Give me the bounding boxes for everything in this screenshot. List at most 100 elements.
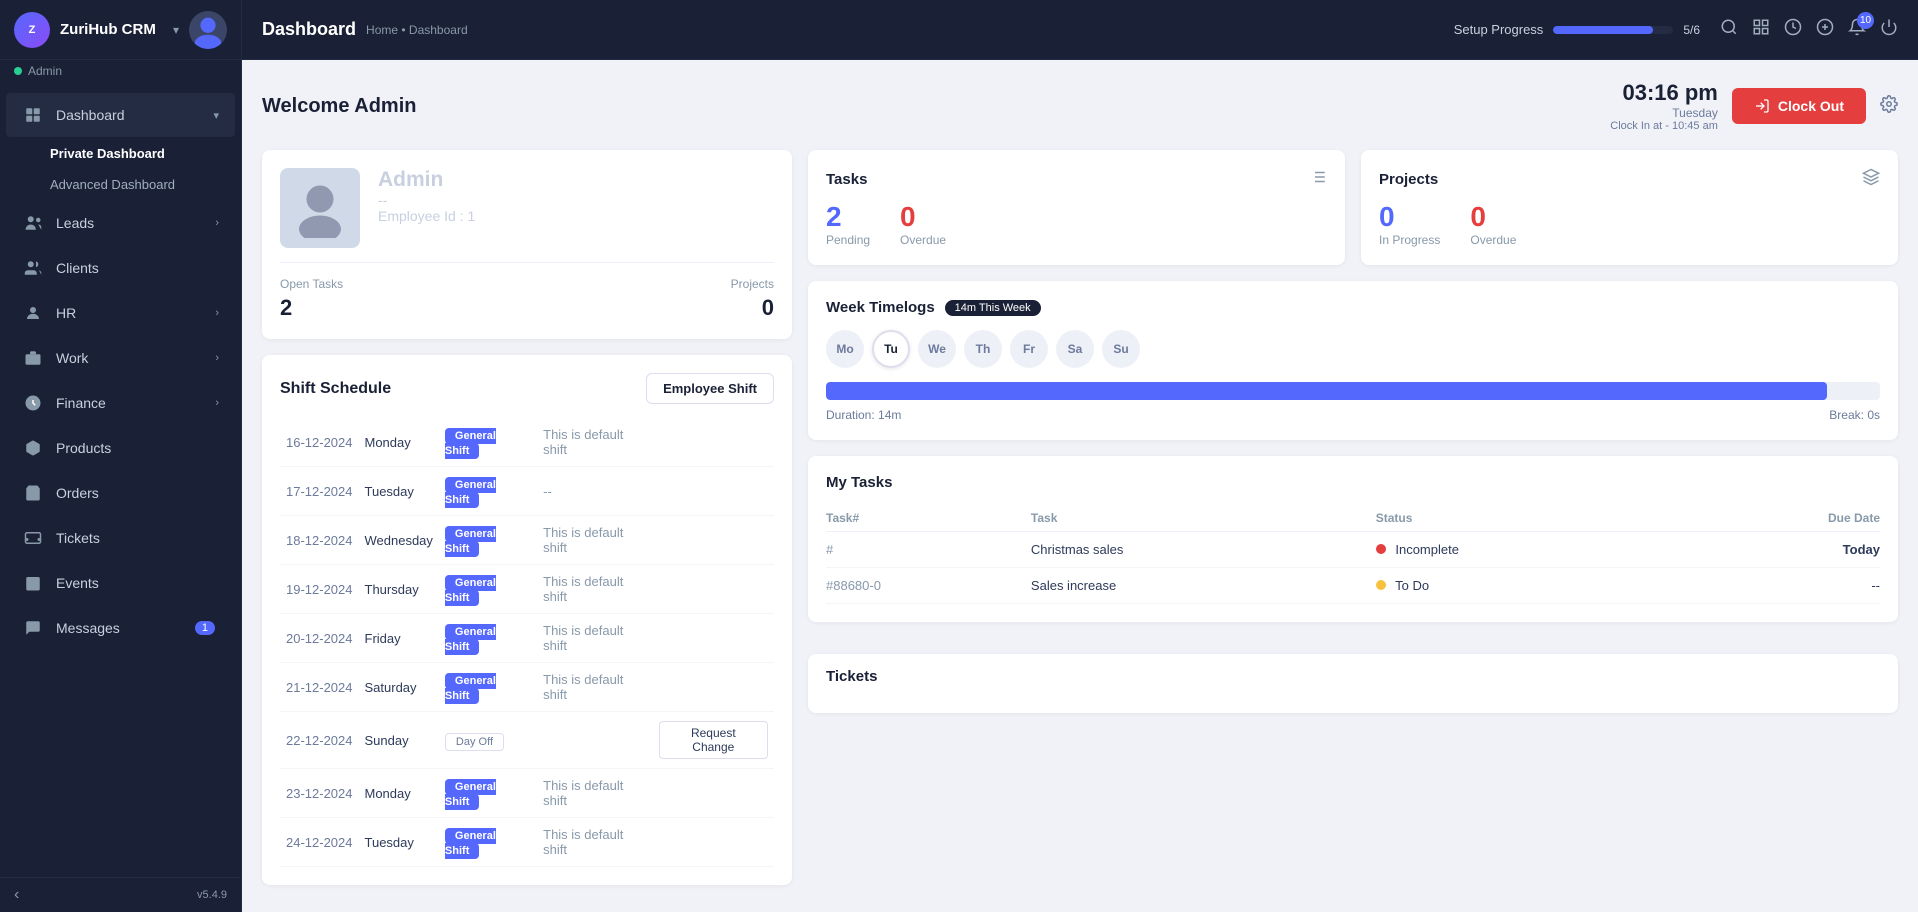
sidebar-item-tickets[interactable]: Tickets	[6, 516, 235, 560]
timelogs-card: Week Timelogs 14m This Week MoTuWeThFrSa…	[808, 281, 1898, 440]
shift-title: Shift Schedule	[280, 380, 391, 398]
shift-note: This is default shift	[537, 818, 653, 867]
shift-type: General Shift	[439, 769, 537, 818]
clock-icon[interactable]	[1784, 18, 1802, 41]
clock-settings-button[interactable]	[1880, 95, 1898, 118]
search-icon[interactable]	[1720, 18, 1738, 41]
shift-type: General Shift	[439, 818, 537, 867]
tasks-card-title: Tasks	[826, 168, 1327, 191]
day-btn-we[interactable]: We	[918, 330, 956, 368]
projects-stat: Projects 0	[527, 277, 774, 321]
general-shift-badge: General Shift	[445, 477, 496, 508]
col-status: Status	[1376, 505, 1686, 532]
breadcrumb: Home • Dashboard	[366, 23, 468, 37]
open-tasks-label: Open Tasks	[280, 277, 527, 291]
messages-icon	[22, 617, 44, 639]
profile-card: Admin -- Employee Id : 1 Open Tasks 2 Pr…	[262, 150, 792, 339]
day-btn-tu[interactable]: Tu	[872, 330, 910, 368]
clock-in-info: Clock In at - 10:45 am	[1610, 120, 1718, 132]
notification-count-badge: 10	[1857, 12, 1874, 29]
projects-label: Projects	[527, 277, 774, 291]
shift-day: Tuesday	[359, 818, 439, 867]
day-btn-th[interactable]: Th	[964, 330, 1002, 368]
hr-chevron-icon: ›	[215, 307, 219, 319]
day-off-badge: Day Off	[445, 733, 504, 751]
sidebar-item-hr[interactable]: HR ›	[6, 291, 235, 335]
shift-day: Tuesday	[359, 467, 439, 516]
tasks-overdue-label: Overdue	[900, 233, 946, 247]
sidebar-item-dashboard[interactable]: Dashboard ▾	[6, 93, 235, 137]
messages-badge: 1	[195, 621, 215, 635]
task-id-cell: #88680-0	[826, 568, 1031, 604]
day-btn-su[interactable]: Su	[1102, 330, 1140, 368]
sidebar: Z ZuriHub CRM ▾ Admin Dashboard ▾ Privat…	[0, 0, 242, 912]
task-status-cell: To Do	[1376, 568, 1686, 604]
sidebar-item-advanced-dashboard[interactable]: Advanced Dashboard	[0, 169, 241, 200]
profile-info-row: Admin -- Employee Id : 1	[280, 168, 774, 248]
clients-icon	[22, 257, 44, 279]
sidebar-item-orders[interactable]: Orders	[6, 471, 235, 515]
power-icon[interactable]	[1880, 18, 1898, 41]
sidebar-item-private-dashboard[interactable]: Private Dashboard	[0, 138, 241, 169]
admin-label: Admin	[28, 64, 62, 78]
finance-label: Finance	[56, 395, 215, 411]
orders-label: Orders	[56, 485, 219, 501]
shift-type: General Shift	[439, 663, 537, 712]
events-label: Events	[56, 575, 219, 591]
col-due-date: Due Date	[1686, 505, 1880, 532]
sidebar-collapse-btn[interactable]: ‹	[14, 886, 19, 904]
sidebar-item-clients[interactable]: Clients	[6, 246, 235, 290]
app-chevron-icon[interactable]: ▾	[173, 23, 179, 37]
tasks-pending-label: Pending	[826, 233, 870, 247]
sidebar-item-finance[interactable]: Finance ›	[6, 381, 235, 425]
notifications-icon[interactable]: 10	[1848, 18, 1866, 41]
task-row: #88680-0 Sales increase To Do --	[826, 568, 1880, 604]
profile-employee-id: Employee Id : 1	[378, 208, 475, 224]
content-area: Welcome Admin 03:16 pm Tuesday Clock In …	[242, 60, 1918, 912]
shift-note: --	[537, 467, 653, 516]
finance-chevron-icon: ›	[215, 397, 219, 409]
shift-day: Thursday	[359, 565, 439, 614]
shift-note: This is default shift	[537, 614, 653, 663]
projects-layers-icon[interactable]	[1862, 168, 1880, 191]
shift-note: This is default shift	[537, 663, 653, 712]
tasks-pending-val: 2	[826, 201, 870, 233]
messages-label: Messages	[56, 620, 195, 636]
add-icon[interactable]	[1816, 18, 1834, 41]
employee-shift-button[interactable]: Employee Shift	[646, 373, 774, 404]
shift-date: 23-12-2024	[280, 769, 359, 818]
sidebar-item-events[interactable]: Events	[6, 561, 235, 605]
bookmark-icon[interactable]	[1752, 18, 1770, 41]
sidebar-item-messages[interactable]: Messages 1	[6, 606, 235, 650]
shift-table: 16-12-2024 Monday General Shift This is …	[280, 418, 774, 867]
timelog-meta: Duration: 14m Break: 0s	[826, 408, 1880, 422]
tasks-list-icon[interactable]	[1309, 168, 1327, 191]
shift-day: Saturday	[359, 663, 439, 712]
sidebar-item-products[interactable]: Products	[6, 426, 235, 470]
open-tasks-val: 2	[280, 295, 527, 321]
setup-progress-wrapper: Setup Progress 5/6	[1454, 22, 1700, 37]
day-btn-fr[interactable]: Fr	[1010, 330, 1048, 368]
main-area: Dashboard Home • Dashboard Setup Progres…	[242, 0, 1918, 912]
leads-chevron-icon: ›	[215, 217, 219, 229]
avatar[interactable]	[189, 11, 227, 49]
topbar: Dashboard Home • Dashboard Setup Progres…	[242, 0, 1918, 60]
setup-progress-fill	[1553, 26, 1653, 34]
hr-icon	[22, 302, 44, 324]
shift-type: General Shift	[439, 418, 537, 467]
tasks-overdue-val: 0	[900, 201, 946, 233]
clients-label: Clients	[56, 260, 219, 276]
app-name: ZuriHub CRM	[60, 21, 173, 38]
clock-out-button[interactable]: Clock Out	[1732, 88, 1866, 124]
shift-row: 23-12-2024 Monday General Shift This is …	[280, 769, 774, 818]
request-change-button[interactable]: Request Change	[659, 721, 768, 759]
shift-note: This is default shift	[537, 769, 653, 818]
shift-day: Friday	[359, 614, 439, 663]
dashboard-icon	[22, 104, 44, 126]
sidebar-item-leads[interactable]: Leads ›	[6, 201, 235, 245]
day-btn-mo[interactable]: Mo	[826, 330, 864, 368]
shift-row: 16-12-2024 Monday General Shift This is …	[280, 418, 774, 467]
sidebar-item-work[interactable]: Work ›	[6, 336, 235, 380]
shift-row: 17-12-2024 Tuesday General Shift --	[280, 467, 774, 516]
day-btn-sa[interactable]: Sa	[1056, 330, 1094, 368]
